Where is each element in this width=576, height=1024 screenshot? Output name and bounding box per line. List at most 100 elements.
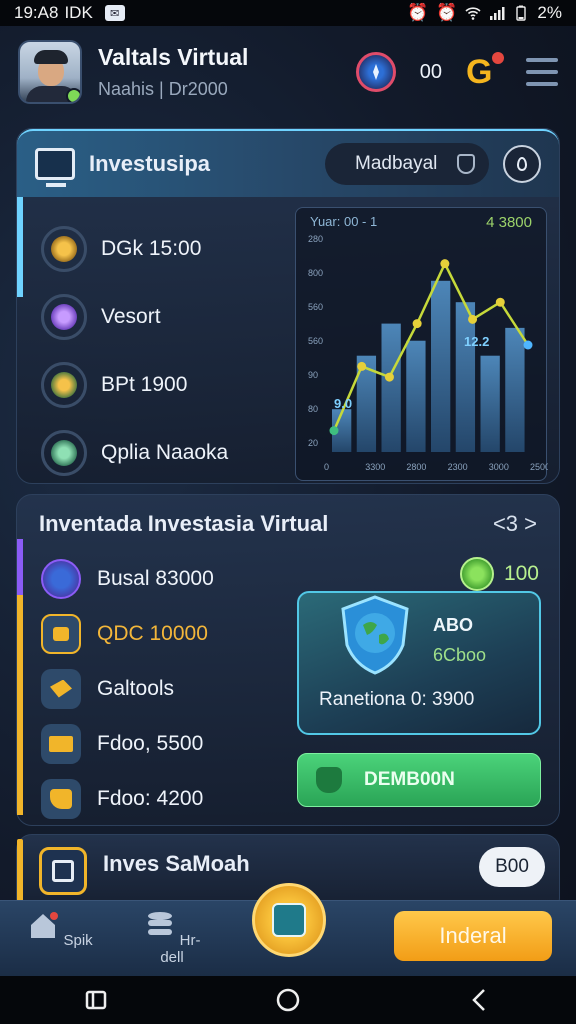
invest-card: Investusipa Madbayal DGk 15:00 Vesort BP… [16, 128, 560, 484]
chart-board-icon [41, 430, 87, 476]
list-item[interactable]: BPt 1900 [41, 351, 291, 419]
battery-level: 2% [537, 3, 562, 22]
reward-badge: 100 [459, 557, 539, 591]
battery-icon [516, 5, 527, 21]
mail-icon [41, 723, 81, 764]
asset-label: Vesort [101, 305, 161, 328]
recent-apps-icon[interactable] [82, 986, 110, 1014]
virtual-label: Fdoo, 5500 [97, 731, 204, 755]
avatar[interactable] [18, 40, 82, 104]
home-circle-icon[interactable] [274, 986, 302, 1014]
chart-point [357, 361, 367, 371]
profile-subtitle: Naahis | Dr2000 [98, 79, 228, 99]
home-icon [31, 912, 59, 938]
nav-database[interactable]: Hr-dell [132, 911, 212, 966]
chart-point [523, 340, 533, 350]
target-icon [41, 294, 87, 340]
virtual-label: Fdoo: 4200 [97, 786, 204, 810]
lock-icon [41, 613, 81, 654]
invest-title: Investusipa [89, 151, 211, 176]
x-tick-label: 2500 [530, 462, 548, 472]
bottom-nav: Spik Hr-dell Inderal [0, 883, 576, 976]
x-tick-label: 2300 [448, 462, 468, 472]
savings-pill[interactable]: B00 [479, 847, 545, 887]
asset-list: DGk 15:00 Vesort BPt 1900 Qplia Naaoka [41, 215, 291, 487]
status-bar: 19:A8 IDK ✉ ⏰ ⏰ 2% [0, 0, 576, 26]
claim-label: DEMB00N [364, 769, 455, 790]
y-tick-label: 80 [308, 404, 318, 414]
x-tick-label: 3000 [489, 462, 509, 472]
rewards-button[interactable]: G [466, 52, 504, 91]
reward-value: 100 [503, 562, 539, 585]
signal-icon [490, 7, 505, 20]
alarm-icon-secondary: ⏰ [436, 3, 458, 22]
database-icon [147, 912, 172, 935]
prize-value: 6Cboo [433, 645, 487, 665]
x-tick-label: 2800 [406, 462, 426, 472]
online-badge [66, 88, 80, 102]
accent-bar [17, 595, 23, 815]
globe-shield-icon [341, 595, 409, 675]
notification-icon: ✉ [104, 5, 125, 21]
menu-icon[interactable] [526, 58, 558, 86]
asset-label: BPt 1900 [101, 373, 188, 396]
compass-icon [372, 64, 379, 80]
star-icon [41, 668, 81, 709]
pager-arrows[interactable]: <3 > [493, 511, 537, 537]
virtual-title: Inventada Investasia Virtual [39, 511, 329, 536]
nav-home-label: Spik [63, 932, 93, 949]
prize-card[interactable]: ABO 6Cboo Ranetiona 0: 3900 [297, 591, 541, 735]
list-item[interactable]: Galtools [41, 661, 291, 716]
accent-bar [17, 539, 23, 595]
monitor-icon [35, 148, 75, 187]
invest-header: Investusipa Madbayal [17, 129, 559, 197]
tag-icon [41, 778, 81, 819]
list-item[interactable]: DGk 15:00 [41, 215, 291, 283]
chart-point [412, 319, 422, 329]
coin-icon [41, 226, 87, 272]
accent-bar [17, 839, 23, 909]
virtual-card: Inventada Investasia Virtual <3 > Busal … [16, 494, 560, 826]
chart-point [329, 426, 339, 436]
list-item[interactable]: Fdoo: 4200 [41, 771, 291, 826]
list-item[interactable]: Qplia Naaoka [41, 419, 291, 487]
virtual-label: Galtools [97, 676, 175, 700]
search-value: Madbayal [355, 153, 438, 174]
alarm-icon: ⏰ [407, 3, 429, 22]
chart-point [468, 314, 478, 324]
y-tick-label: 560 [308, 302, 323, 312]
exchange-icon [41, 362, 87, 408]
search-input[interactable]: Madbayal [325, 143, 489, 185]
wifi-icon [465, 7, 481, 20]
center-action-button[interactable] [252, 883, 326, 957]
list-item[interactable]: Busal 83000 [41, 551, 291, 606]
chart-annotation: 12.2 [464, 334, 489, 349]
chart-svg: 280 800 560 560 90 80 20 0 3300 2800 2300 3000 2500 9… [308, 234, 548, 472]
g-logo-icon: G [466, 53, 493, 91]
system-nav [0, 976, 576, 1024]
list-item[interactable]: Fdoo, 5500 [41, 716, 291, 771]
location-button[interactable] [503, 145, 541, 183]
asset-label: DGk 15:00 [101, 237, 202, 260]
list-item[interactable]: Vesort [41, 283, 291, 351]
shield-icon [457, 154, 475, 174]
chart-annotation: 9.0 [334, 396, 352, 411]
primary-action-button[interactable]: Inderal [394, 911, 552, 961]
y-tick-label: 90 [308, 370, 318, 380]
compass-button[interactable] [355, 52, 396, 92]
list-item[interactable]: QDC 10000 [41, 606, 291, 661]
chart-bar [406, 340, 426, 452]
chart-point [440, 259, 450, 269]
compass-icon [41, 558, 81, 599]
claim-button[interactable]: DEMB00N [297, 753, 541, 807]
prize-note: Ranetiona 0: 3900 [319, 689, 475, 710]
nav-home[interactable]: Spik [20, 911, 100, 949]
savings-title: Inves SaMoah [103, 851, 250, 876]
y-tick-label: 560 [308, 336, 323, 346]
prize-title: ABO [433, 615, 473, 635]
y-tick-label: 800 [308, 268, 323, 278]
x-tick-label: 3300 [365, 462, 385, 472]
back-icon[interactable] [466, 986, 494, 1014]
chart-bar [505, 327, 525, 452]
profile-info: Valtals Virtual Naahis | Dr2000 [98, 44, 248, 100]
